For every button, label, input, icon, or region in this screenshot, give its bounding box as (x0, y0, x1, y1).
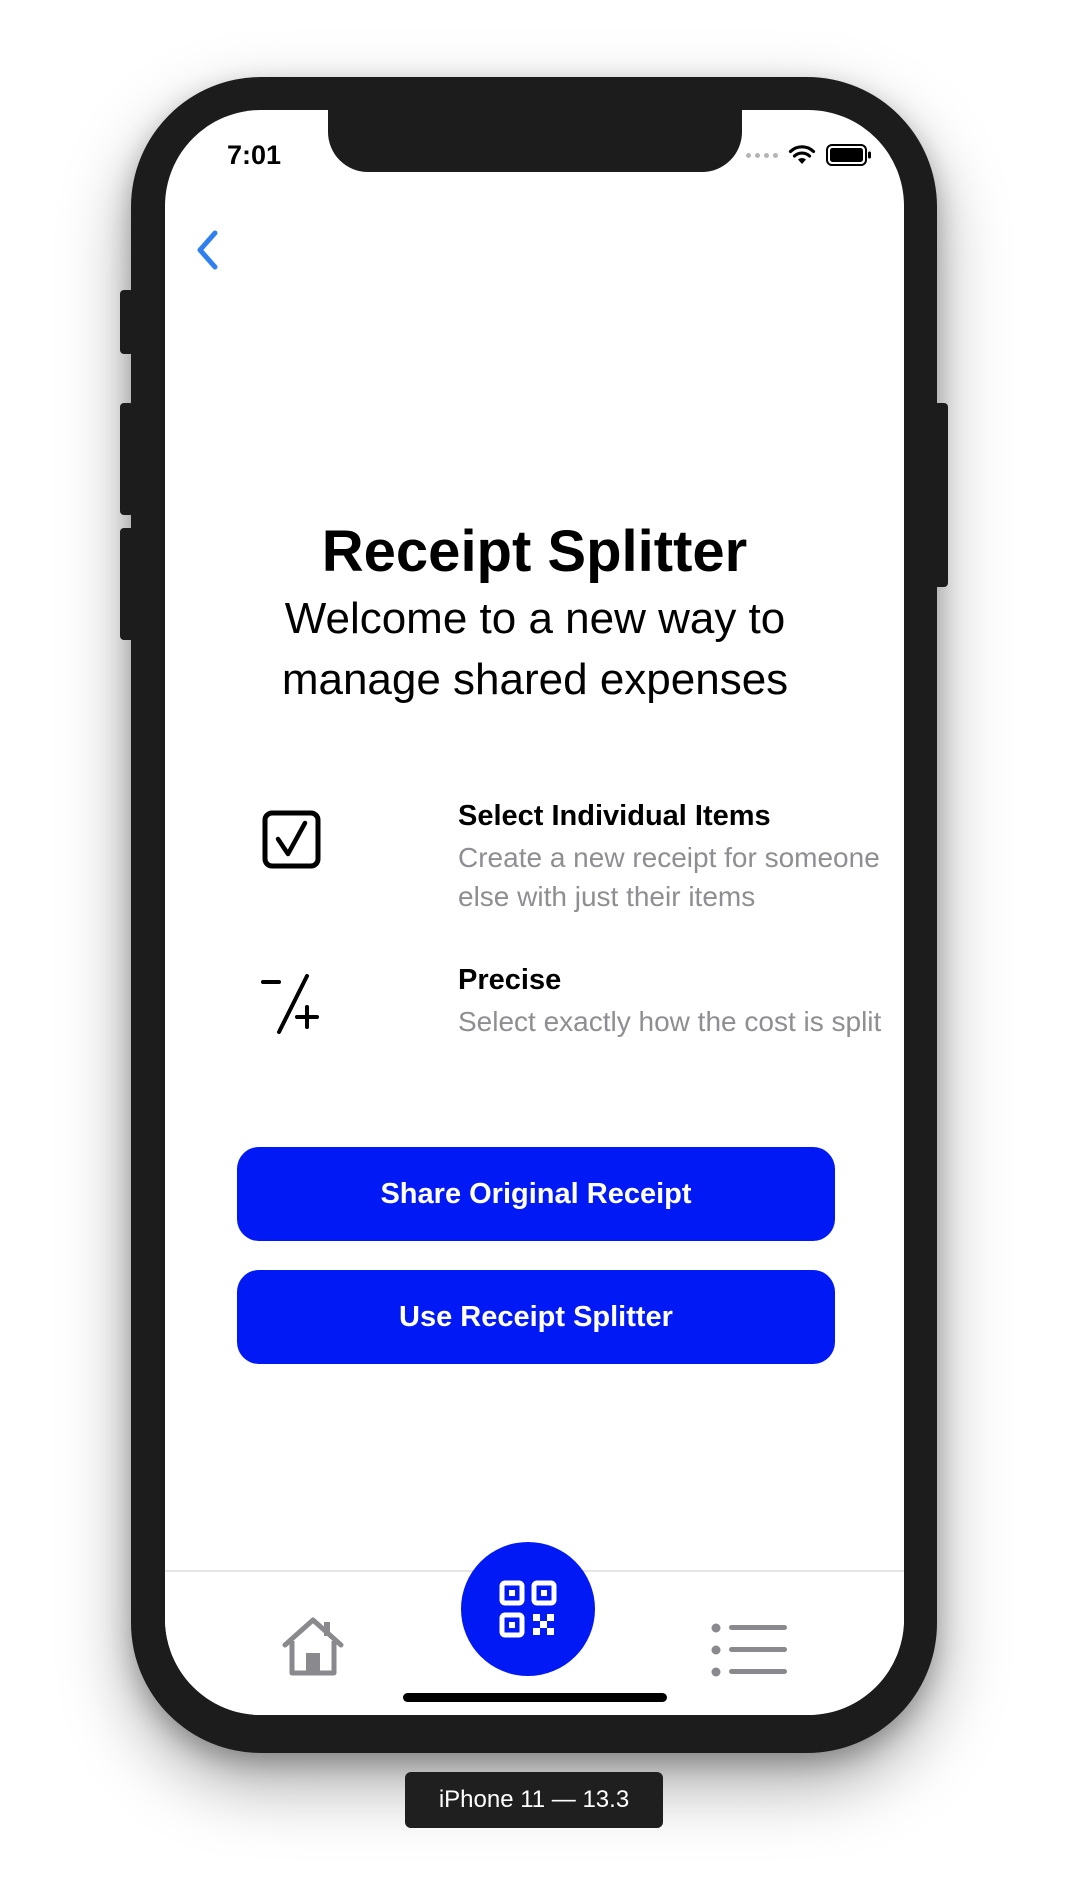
power-button (934, 403, 948, 587)
page-title: Receipt Splitter (321, 519, 748, 584)
status-time: 7:01 (227, 140, 282, 170)
signal-icon (746, 152, 778, 158)
feature-select-items: Select Individual Items Create a new rec… (259, 800, 880, 930)
tab-home[interactable] (280, 1615, 346, 1677)
volume-up-button (120, 403, 134, 515)
scan-qr-button[interactable] (461, 1542, 595, 1676)
plus-minus-icon (261, 974, 319, 1034)
chevron-left-icon (197, 230, 218, 270)
notch (328, 110, 742, 172)
use-receipt-splitter-button[interactable]: Use Receipt Splitter (237, 1270, 835, 1364)
feature-description: Select exactly how the cost is split (458, 1006, 882, 1037)
mute-switch (120, 290, 134, 354)
share-original-receipt-button[interactable]: Share Original Receipt (237, 1147, 835, 1241)
page-subtitle: Welcome to a new way to manage shared ex… (281, 594, 789, 704)
home-icon (282, 1617, 344, 1676)
tab-list[interactable] (711, 1622, 789, 1678)
status-indicators (746, 144, 872, 166)
list-icon (711, 1623, 787, 1677)
back-button[interactable] (187, 222, 227, 278)
feature-title: Precise (458, 964, 562, 996)
battery-icon (826, 144, 871, 166)
wifi-icon (788, 145, 816, 164)
home-indicator (403, 1693, 667, 1702)
feature-title: Select Individual Items (458, 800, 771, 832)
volume-down-button (120, 528, 134, 640)
checkbox-icon (262, 810, 321, 869)
feature-description: Create a new receipt for someone else wi… (458, 842, 880, 912)
device-label: iPhone 11 — 13.3 (405, 1772, 663, 1828)
app-screen: 7:01 Receipt Splitter Welcome to a new w… (165, 110, 904, 1715)
feature-precise: Precise Select exactly how the cost is s… (259, 964, 881, 1094)
qr-code-icon (499, 1580, 557, 1638)
